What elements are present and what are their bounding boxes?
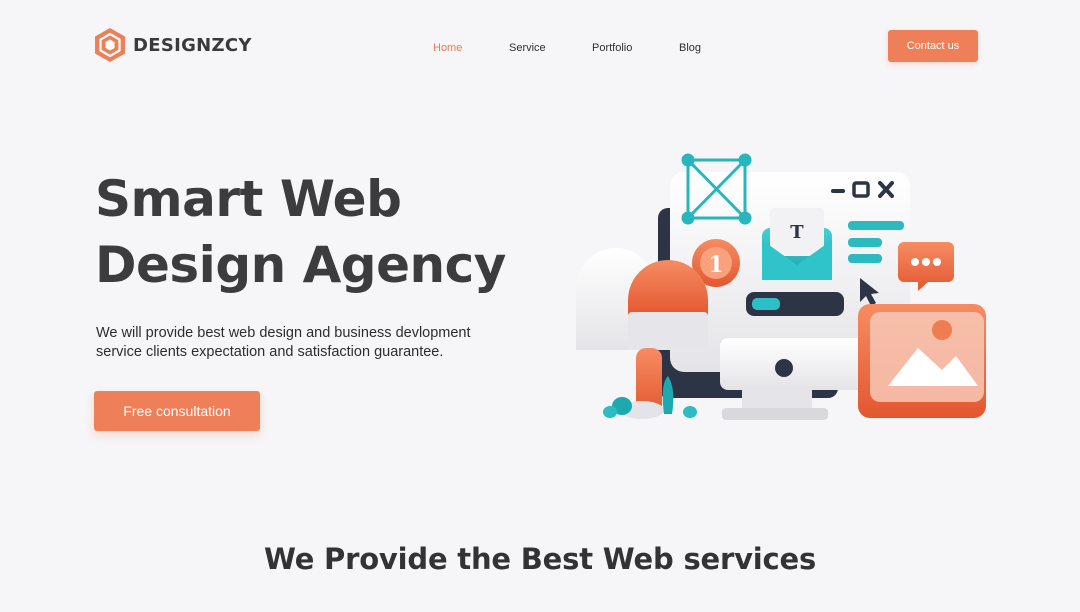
nav-item-portfolio[interactable]: Portfolio <box>592 42 632 54</box>
services-section-title: We Provide the Best Web services <box>263 542 817 576</box>
hero-title-line-1: Smart Web <box>95 170 402 228</box>
hero-title-line-2: Design Agency <box>95 236 506 294</box>
nav-item-blog[interactable]: Blog <box>679 42 701 54</box>
hero-description: We will provide best web design and busi… <box>96 324 526 362</box>
letter-card-text: T <box>790 222 804 243</box>
nav-item-home[interactable]: Home <box>433 42 462 54</box>
hero-title: Smart Web Design Agency <box>95 166 555 298</box>
nav-item-service[interactable]: Service <box>509 42 546 54</box>
hero-description-line-2: service clients expectation and satisfac… <box>96 344 444 360</box>
contact-us-button[interactable]: Contact us <box>888 30 978 62</box>
badge-number: 1 <box>708 252 723 278</box>
minimize-icon <box>831 189 845 193</box>
hero-illustration: T 1 <box>576 153 986 420</box>
image-icon <box>858 304 986 418</box>
hero-description-line-1: We will provide best web design and busi… <box>96 325 471 341</box>
envelope-icon: T <box>762 208 832 280</box>
progress-bar <box>746 292 844 316</box>
monitor-base <box>720 338 880 420</box>
free-consultation-button[interactable]: Free consultation <box>94 391 260 431</box>
landing-page: DESIGNZCY Home Service Portfolio Blog Co… <box>0 0 1080 612</box>
